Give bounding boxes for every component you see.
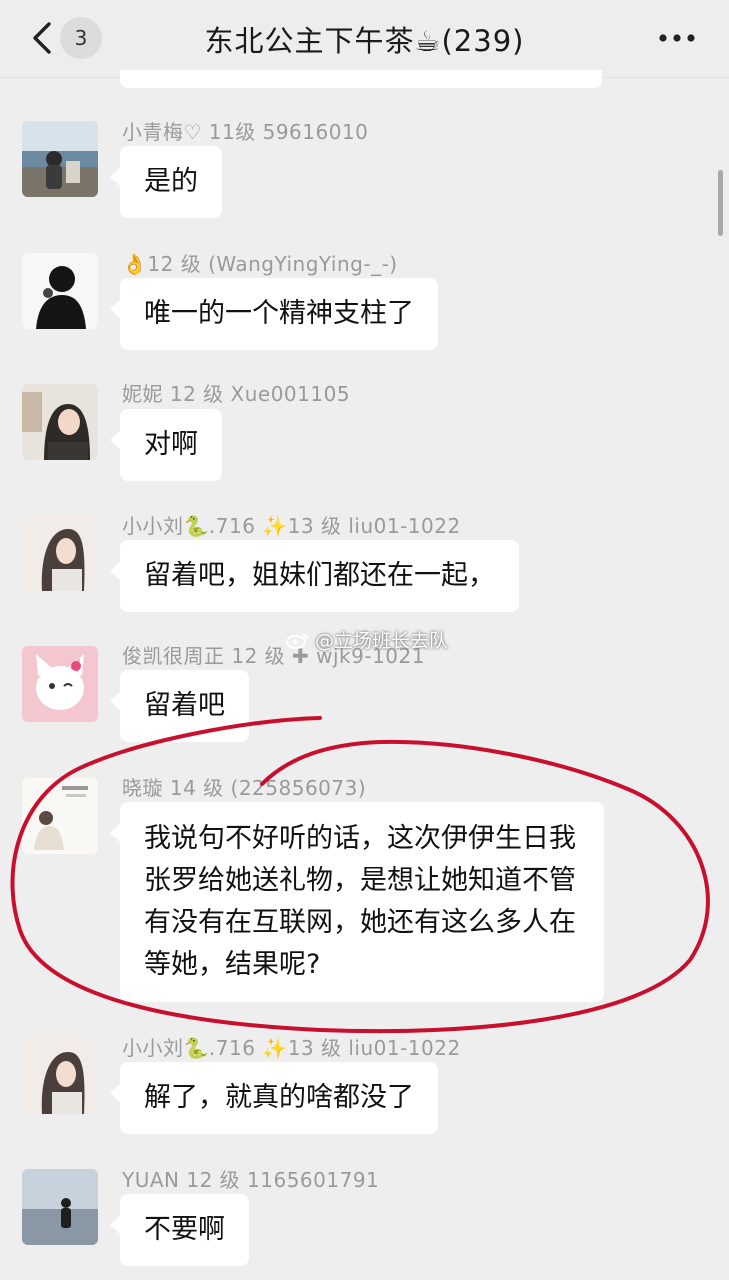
sender-name: YUAN 12 级 1165601791	[122, 1168, 380, 1192]
message-list[interactable]: 小青梅♡ 11级 59616010 是的 👌12 级 (WangYingYing…	[0, 78, 729, 1280]
avatar[interactable]	[22, 1169, 98, 1245]
message-bubble[interactable]: 唯一的一个精神支柱了	[110, 278, 438, 350]
avatar-photo	[22, 253, 98, 329]
message-bubble[interactable]: 留着吧	[110, 670, 249, 742]
avatar-photo	[22, 515, 98, 591]
message-bubble[interactable]: 对啊	[110, 409, 222, 481]
more-button[interactable]	[655, 22, 699, 54]
avatar-photo	[22, 1169, 98, 1245]
avatar-photo	[22, 778, 98, 854]
avatar[interactable]	[22, 384, 98, 460]
avatar[interactable]	[22, 646, 98, 722]
message-bubble[interactable]: 不要啊	[110, 1194, 249, 1266]
avatar-photo	[22, 1038, 98, 1114]
sender-name: 小小刘🐍.716 ✨13 级 liu01-1022	[122, 514, 461, 538]
more-dots-icon	[659, 34, 695, 42]
avatar[interactable]	[22, 1038, 98, 1114]
scrollbar-thumb[interactable]	[718, 170, 723, 236]
avatar[interactable]	[22, 121, 98, 197]
weibo-icon	[286, 633, 308, 649]
message-bubble[interactable]: 解了，就真的啥都没了	[110, 1062, 438, 1134]
message-bubble[interactable]: 我说句不好听的话，这次伊伊生日我张罗给她送礼物，是想让她知道不管有没有在互联网，…	[110, 802, 604, 1002]
chat-title: 东北公主下午茶☕(239)	[204, 24, 525, 58]
avatar-photo	[22, 646, 98, 722]
watermark: @立场班长去队	[285, 626, 448, 653]
avatar-photo	[22, 121, 98, 197]
chat-header: 3 东北公主下午茶☕(239)	[0, 0, 729, 78]
message-bubble[interactable]: 是的	[110, 146, 222, 218]
avatar-photo	[22, 384, 98, 460]
sender-name: 晓璇 14 级 (225856073)	[122, 776, 367, 800]
sender-name: 小小刘🐍.716 ✨13 级 liu01-1022	[122, 1036, 461, 1060]
avatar[interactable]	[22, 253, 98, 329]
avatar[interactable]	[22, 515, 98, 591]
avatar[interactable]	[22, 778, 98, 854]
message-bubble[interactable]: 留着吧，姐妹们都还在一起，	[110, 540, 519, 612]
watermark-text: @立场班长去队	[315, 630, 449, 652]
sender-name: 👌12 级 (WangYingYing-_-)	[122, 252, 398, 276]
sender-name: 小青梅♡ 11级 59616010	[122, 120, 369, 144]
sender-name: 妮妮 12 级 Xue001105	[122, 382, 351, 406]
